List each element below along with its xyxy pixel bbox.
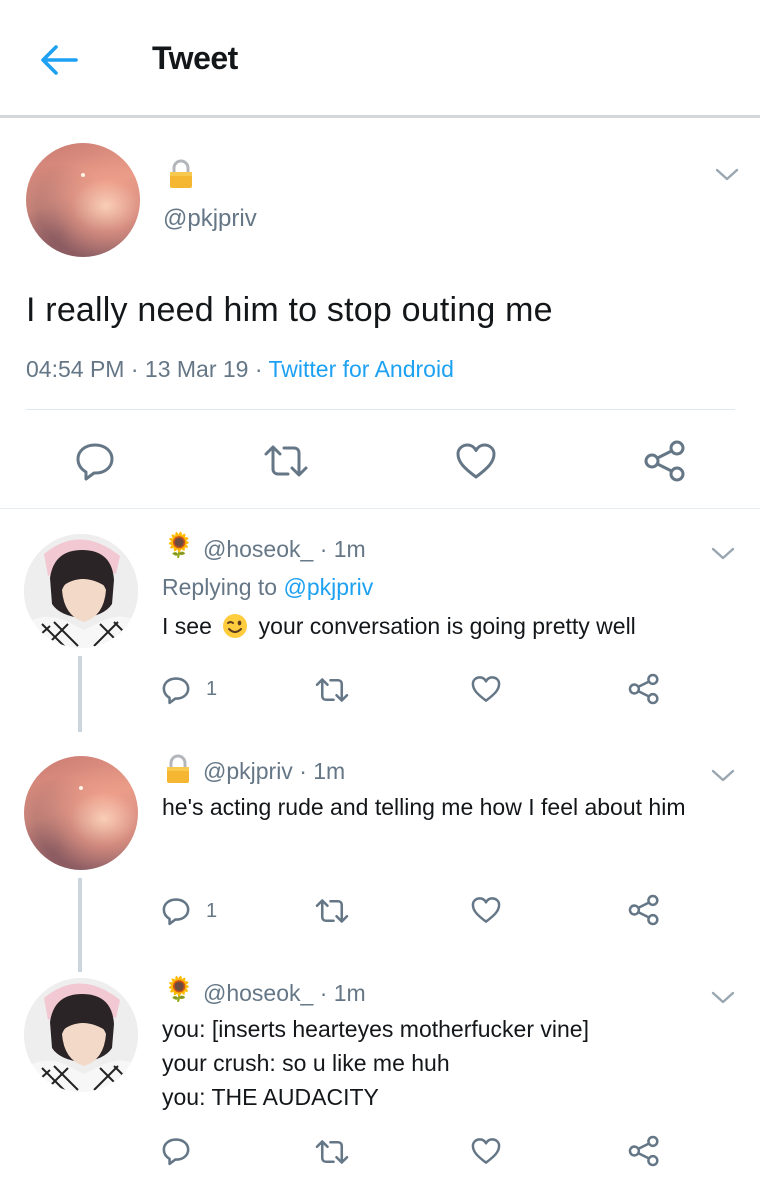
reply-tweet-3: 🌻 @hoseok_ · 1m you: [inserts hearteyes … <box>0 954 760 1200</box>
meta-separator: · <box>248 356 269 382</box>
reply-header: @hoseok_ · 1m <box>203 980 366 1007</box>
tweet-time: 04:54 PM <box>26 356 125 382</box>
tweet-text: I really need him to stop outing me <box>26 291 553 329</box>
top-bar: Tweet <box>0 0 760 118</box>
share-icon[interactable] <box>627 672 661 706</box>
author-handle[interactable]: @pkjpriv <box>163 205 257 233</box>
tweet-date: 13 Mar 19 <box>144 356 249 382</box>
main-tweet: @pkjpriv I really need him to stop outin… <box>0 121 760 509</box>
meta-separator: · <box>124 356 145 382</box>
sunflower-icon: 🌻 <box>164 976 194 1003</box>
share-icon[interactable] <box>627 1134 661 1168</box>
divider <box>26 409 735 410</box>
retweet-icon[interactable] <box>314 897 350 925</box>
thread-line <box>78 656 82 732</box>
author-handle[interactable]: @pkjpriv <box>203 758 293 784</box>
reply-icon[interactable] <box>161 896 191 926</box>
tweet-source-link[interactable]: Twitter for Android <box>269 356 454 382</box>
avatar[interactable] <box>26 143 140 257</box>
tweet-text: I see your conversation is going pretty … <box>162 609 636 643</box>
heart-icon[interactable] <box>454 441 498 481</box>
heart-icon[interactable] <box>470 895 502 925</box>
tweet-age: 1m <box>313 758 346 784</box>
heart-icon[interactable] <box>470 1136 502 1166</box>
lock-icon <box>167 754 189 783</box>
avatar-photo <box>24 534 138 648</box>
retweet-icon[interactable] <box>262 443 310 479</box>
page-title: Tweet <box>152 40 238 76</box>
reply-tweet-2: @pkjpriv · 1m he's acting rude and telli… <box>0 732 760 972</box>
share-icon[interactable] <box>642 439 688 483</box>
tweet-text-line: you: [inserts hearteyes motherfucker vin… <box>162 1016 589 1042</box>
mention-link[interactable]: @pkjpriv <box>283 574 373 600</box>
reply-count: 1 <box>206 900 218 922</box>
tweet-meta: 04:54 PM · 13 Mar 19 · Twitter for Andro… <box>26 356 454 383</box>
avatar-photo <box>24 978 138 1092</box>
chevron-down-icon[interactable] <box>710 546 736 562</box>
share-icon[interactable] <box>627 893 661 927</box>
reply-icon[interactable] <box>161 1136 191 1166</box>
reply-count: 1 <box>206 678 218 700</box>
meta-separator: · <box>313 536 334 562</box>
tweet-text-line: you: THE AUDACITY <box>162 1084 379 1110</box>
sunflower-icon: 🌻 <box>164 532 194 559</box>
tweet-text: he's acting rude and telling me how I fe… <box>162 794 686 820</box>
retweet-icon[interactable] <box>314 1138 350 1166</box>
heart-icon[interactable] <box>470 674 502 704</box>
author-handle[interactable]: @hoseok_ <box>203 536 313 562</box>
lock-icon <box>170 159 192 188</box>
author-handle[interactable]: @hoseok_ <box>203 980 313 1006</box>
tweet-age: 1m <box>333 980 366 1006</box>
reply-header: @pkjpriv · 1m <box>203 758 345 785</box>
retweet-icon[interactable] <box>314 676 350 704</box>
avatar[interactable] <box>24 756 138 870</box>
avatar[interactable] <box>24 978 138 1092</box>
meta-separator: · <box>292 758 314 784</box>
reply-header: @hoseok_ · 1m <box>203 536 366 563</box>
tweet-text-part: your conversation is going pretty well <box>258 613 636 639</box>
replying-to: Replying to @pkjpriv <box>162 574 373 601</box>
replying-to-label: Replying to <box>162 574 284 600</box>
chevron-down-icon[interactable] <box>710 990 736 1006</box>
back-arrow-icon[interactable] <box>36 38 84 82</box>
reply-icon[interactable] <box>74 441 116 481</box>
avatar[interactable] <box>24 534 138 648</box>
tweet-text-line: your crush: so u like me huh <box>162 1050 450 1076</box>
tweet-text-part: I see <box>162 613 212 639</box>
wink-emoji-icon <box>223 614 248 638</box>
tweet-age: 1m <box>333 536 366 562</box>
chevron-down-icon[interactable] <box>710 768 736 784</box>
chevron-down-icon[interactable] <box>714 167 740 183</box>
reply-tweet-1: 🌻 @hoseok_ · 1m Replying to @pkjpriv I s… <box>0 510 760 732</box>
reply-icon[interactable] <box>161 675 191 705</box>
meta-separator: · <box>313 980 334 1006</box>
